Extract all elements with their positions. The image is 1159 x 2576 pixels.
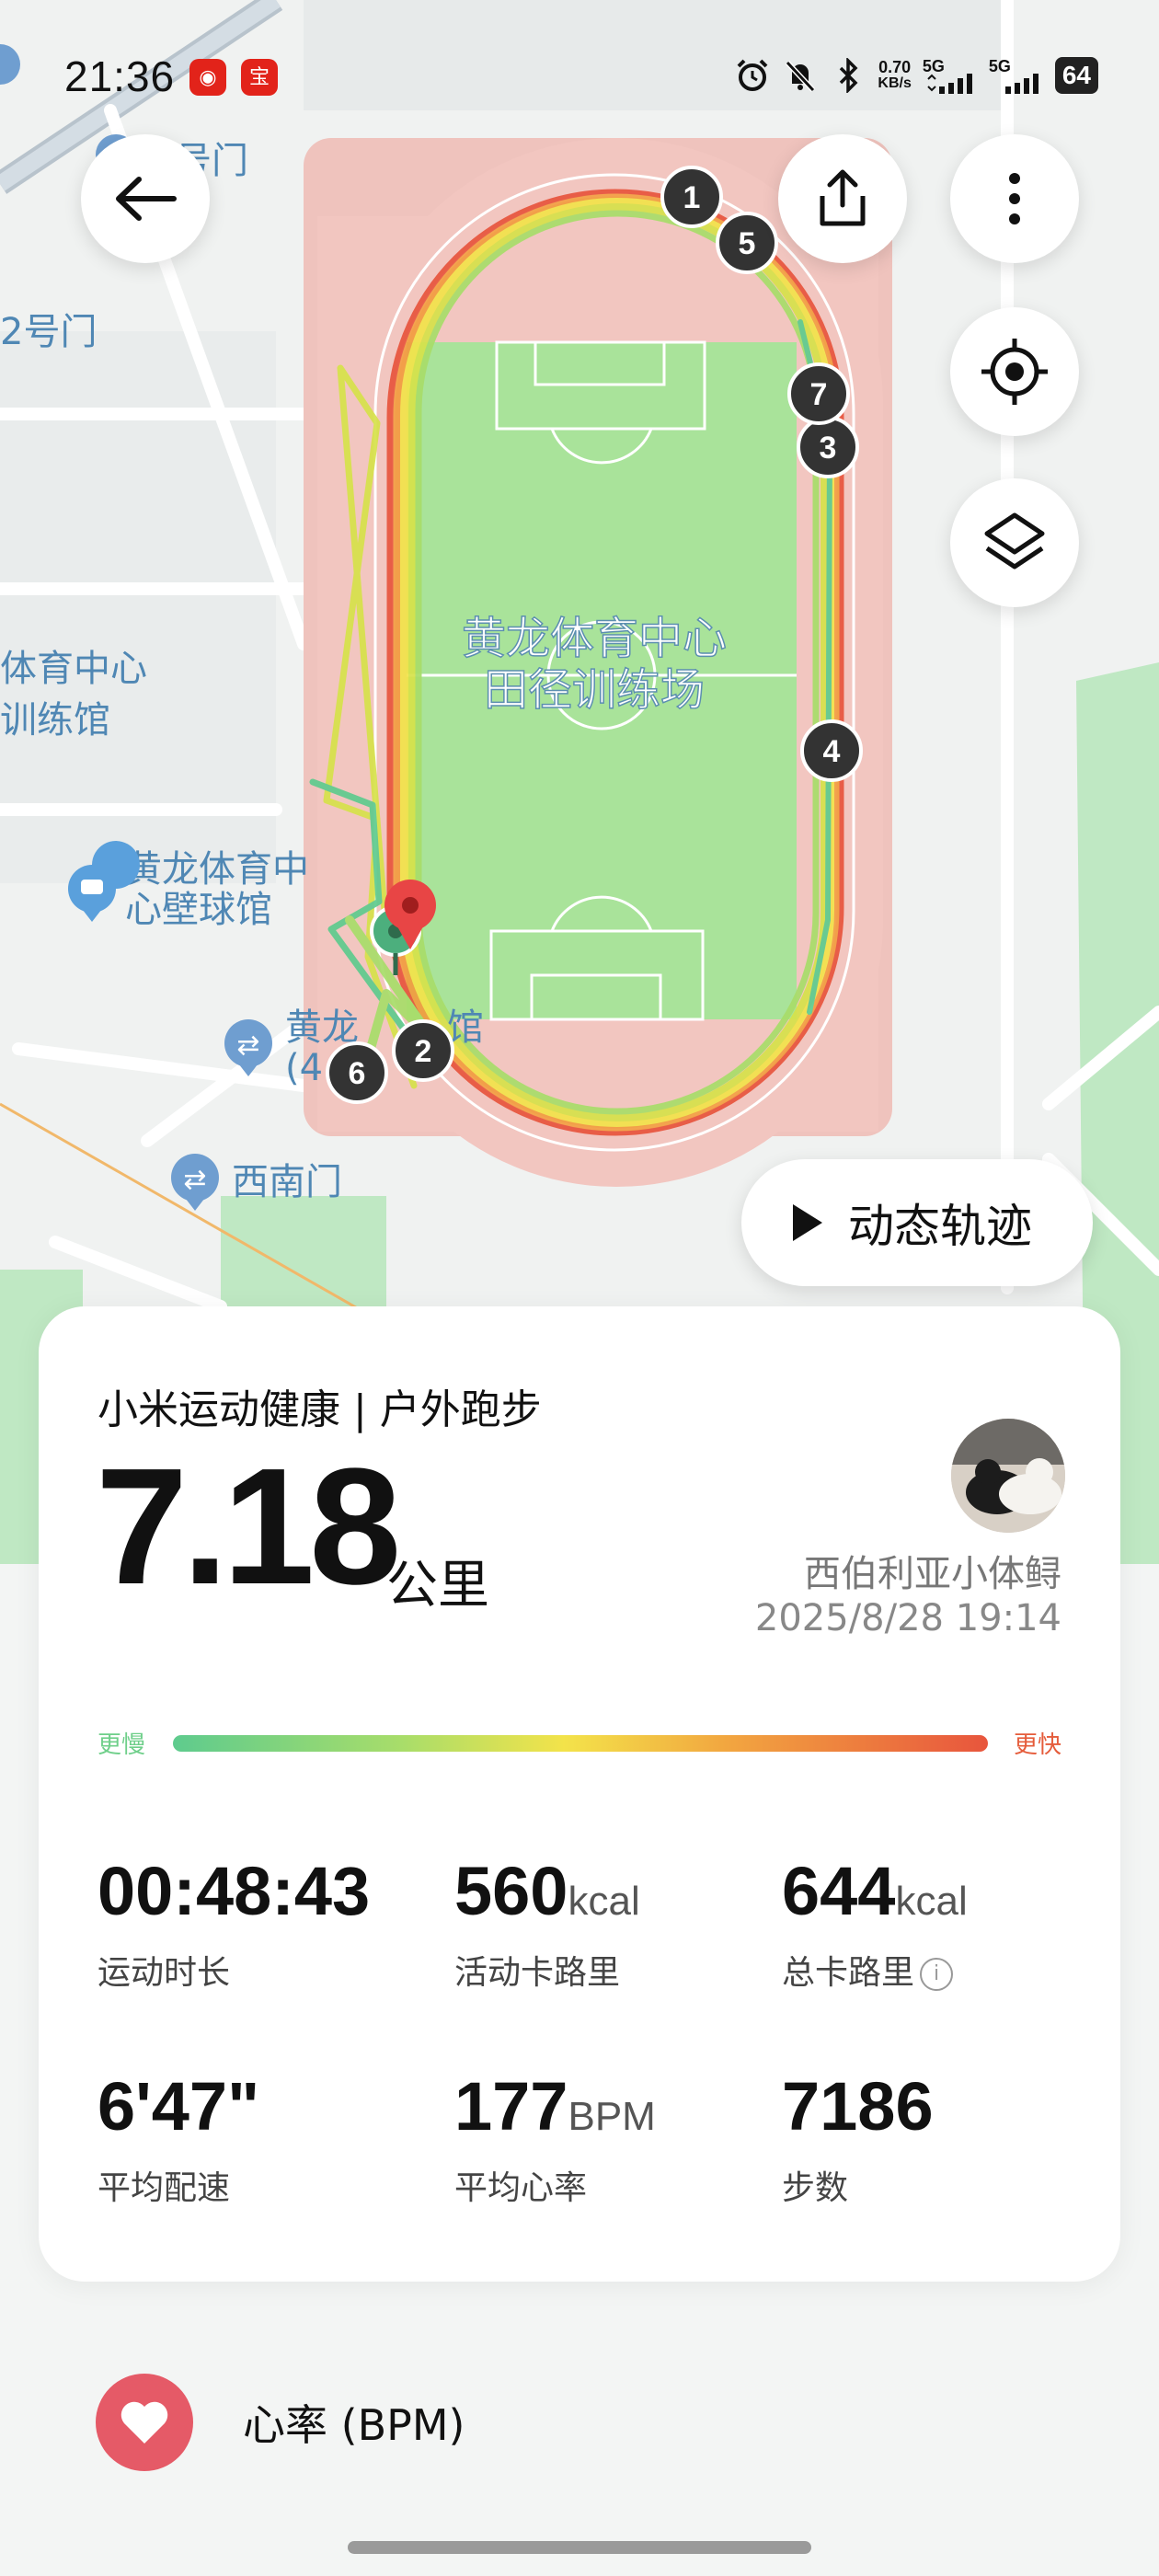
pace-legend-slow: 更慢 [98, 1731, 146, 1759]
alarm-icon [734, 57, 771, 94]
status-bar: 21:36 ◉ 宝 0.70 KB/s 5G 5G 64 [0, 0, 1159, 156]
metric-active-calories: 560kcal 活动卡路里 [454, 1853, 640, 1993]
heart-icon [96, 2374, 193, 2471]
locate-button[interactable] [950, 307, 1079, 436]
venue-name-line1: 黄龙体育中心 [462, 613, 727, 664]
venue-name-line2: 田径训练场 [484, 664, 705, 716]
home-indicator[interactable] [348, 2541, 811, 2554]
poi-label-hall-line2: (4 [285, 1047, 323, 1089]
dynamic-track-button[interactable]: 动态轨迹 [741, 1159, 1093, 1286]
km-marker[interactable]: 6 [326, 1041, 388, 1104]
play-icon [793, 1204, 822, 1241]
svg-text:6: 6 [349, 1056, 366, 1091]
netease-music-icon: ◉ [189, 59, 226, 96]
mute-icon [782, 57, 819, 94]
info-icon[interactable]: i [920, 1958, 954, 1991]
svg-text:⇄: ⇄ [183, 1164, 206, 1196]
km-marker[interactable]: 1 [660, 166, 723, 228]
more-button[interactable] [950, 134, 1079, 263]
metric-steps: 7186 步数 [782, 2068, 934, 2208]
km-marker[interactable]: 7 [787, 362, 850, 425]
username: 西伯利亚小体鲟 [804, 1553, 1061, 1595]
poi-label-sports-center: 体育中心 [0, 648, 147, 690]
km-marker[interactable]: 4 [800, 719, 863, 782]
svg-text:1: 1 [683, 180, 701, 215]
signal-sim1-icon: 5G [923, 57, 978, 94]
poi-label-gate2: 2号门 [0, 311, 97, 353]
poi-label-training-hall: 训练馆 [0, 699, 110, 742]
signal-sim2-icon: 5G [989, 57, 1044, 94]
distance-value: 7.18 [96, 1434, 401, 1619]
bluetooth-icon [830, 57, 866, 94]
heart-rate-section[interactable]: 心率 (BPM) [96, 2374, 465, 2471]
svg-text:5: 5 [739, 226, 756, 261]
heart-rate-title: 心率 (BPM) [243, 2400, 465, 2450]
layers-button[interactable] [950, 478, 1079, 607]
share-icon [820, 169, 866, 226]
pace-legend-fast: 更快 [1013, 1731, 1061, 1759]
workout-source-title: 小米运动健康 | 户外跑步 [98, 1386, 542, 1433]
svg-text:7: 7 [810, 377, 828, 412]
pace-gradient-bar [173, 1735, 988, 1752]
more-vertical-icon [1009, 173, 1020, 224]
poi-label-hall-line1: 黄龙 [285, 1006, 359, 1049]
workout-datetime: 2025/8/28 19:14 [754, 1597, 1061, 1639]
avatar[interactable] [951, 1419, 1065, 1533]
crosshair-icon [981, 339, 1048, 405]
svg-text:3: 3 [820, 431, 837, 466]
back-button[interactable] [81, 134, 210, 263]
svg-text:2: 2 [415, 1034, 432, 1069]
km-marker[interactable]: 2 [392, 1019, 454, 1082]
net-speed: 0.70 KB/s [878, 58, 912, 91]
back-arrow-icon [116, 177, 177, 221]
layers-icon [984, 512, 1045, 569]
workout-summary-card: 小米运动健康 | 户外跑步 7.18 公里 西伯利亚小体鲟 2025/8/28 … [39, 1306, 1120, 2282]
dynamic-track-label: 动态轨迹 [848, 1200, 1032, 1253]
share-button[interactable] [778, 134, 907, 263]
km-marker[interactable]: 5 [716, 212, 778, 274]
metric-avg-pace: 6'47" 平均配速 [98, 2068, 260, 2208]
distance-unit: 公里 [386, 1556, 489, 1616]
svg-text:⇄: ⇄ [236, 1029, 259, 1062]
status-time: 21:36 [64, 52, 176, 100]
metric-total-calories: 644kcal 总卡路里 i [782, 1853, 968, 1993]
poi-label-southwest-gate: 西南门 [232, 1161, 342, 1203]
svg-text:4: 4 [823, 734, 841, 769]
battery-indicator: 64 [1054, 57, 1098, 94]
poi-label-squash-line2: 心壁球馆 [125, 889, 272, 931]
metric-avg-heart-rate: 177BPM 平均心率 [454, 2068, 656, 2208]
metric-duration: 00:48:43 运动时长 [98, 1853, 371, 1993]
poi-label-squash-line1: 黄龙体育中 [125, 848, 309, 891]
km-marker[interactable]: 3 [797, 416, 859, 478]
app-notification-icon: 宝 [241, 59, 278, 96]
